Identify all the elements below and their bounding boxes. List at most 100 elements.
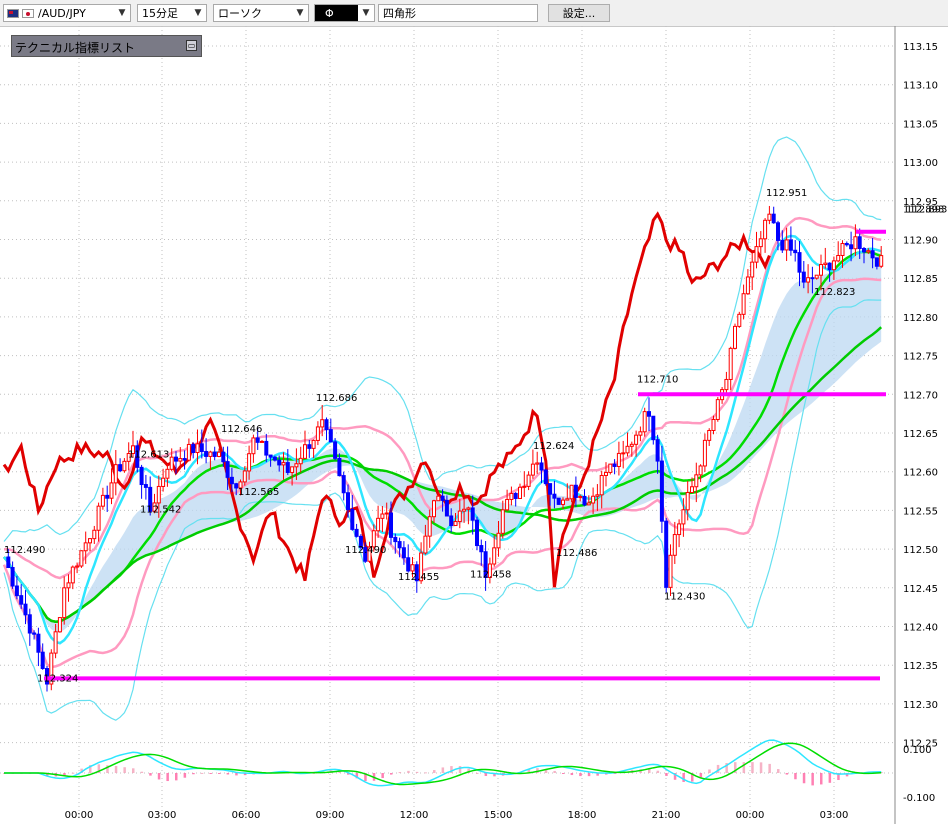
candle-body xyxy=(229,476,234,485)
candle-body xyxy=(788,239,793,251)
histogram-bar xyxy=(114,766,118,773)
candle-body xyxy=(384,512,389,515)
candle-body xyxy=(698,465,703,476)
candle-body xyxy=(853,236,858,250)
histogram-bar xyxy=(140,771,144,773)
candle-body xyxy=(221,451,226,463)
time-tick-label: 21:00 xyxy=(652,810,681,821)
histogram-bar xyxy=(398,772,402,774)
candle-body xyxy=(492,547,497,565)
histogram-bar xyxy=(570,773,574,776)
candle-body xyxy=(354,528,359,537)
candle-body xyxy=(763,219,768,240)
symbol-value: /AUD/JPY xyxy=(38,6,86,20)
candle-body xyxy=(53,631,58,654)
candle-body xyxy=(509,492,514,500)
drawing-tool-value: 四角形 xyxy=(383,7,416,20)
candle-body xyxy=(767,213,772,221)
candle-body xyxy=(552,493,557,499)
restore-icon[interactable]: ▭ xyxy=(186,40,197,51)
price-tick-label: 112.75 xyxy=(903,352,938,363)
oscillator-panel: 0.100 -0.100 xyxy=(0,739,935,804)
indicator-list-panel[interactable]: テクニカル指標リスト ▭ xyxy=(11,35,202,57)
cloud-area xyxy=(4,250,882,633)
timeframe-select[interactable]: 15分足 ▼ xyxy=(137,4,207,22)
candle-body xyxy=(401,547,406,559)
candle-body xyxy=(6,556,11,569)
candle-body xyxy=(350,509,355,530)
chart-style-select[interactable]: ローソク ▼ xyxy=(213,4,309,22)
settings-button[interactable]: 設定... xyxy=(548,4,610,22)
candle-body xyxy=(105,494,110,499)
price-tick-label: 112.30 xyxy=(903,700,938,711)
candle-body xyxy=(122,460,127,472)
candle-body xyxy=(32,632,37,635)
drawing-mode-select[interactable]: Φ ▼ xyxy=(314,4,375,22)
price-annotation: 112.686 xyxy=(316,393,357,404)
histogram-bar xyxy=(476,772,479,774)
candle-body xyxy=(436,495,441,502)
candle-body xyxy=(780,239,785,251)
candle-body xyxy=(195,443,200,454)
symbol-select[interactable]: /AUD/JPY ▼ xyxy=(3,4,131,22)
candle-body xyxy=(389,512,393,538)
candle-body xyxy=(612,463,617,467)
price-annotation: 112.710 xyxy=(637,375,678,386)
candle-body xyxy=(440,495,445,501)
candle-body xyxy=(169,456,174,470)
ichimoku-cloud xyxy=(4,250,882,633)
chevron-down-icon[interactable]: ▼ xyxy=(292,5,308,21)
histogram-bar xyxy=(407,770,410,773)
candle-body xyxy=(470,507,475,521)
candle-body xyxy=(548,483,553,495)
candle-body xyxy=(174,456,178,462)
candle-body xyxy=(827,262,832,271)
price-tick-label: 112.50 xyxy=(903,545,938,556)
histogram-bar xyxy=(390,773,393,775)
candle-body xyxy=(573,484,578,498)
chevron-down-icon[interactable]: ▼ xyxy=(114,5,130,21)
candle-body xyxy=(677,523,682,536)
candle-body xyxy=(634,434,639,445)
candle-body xyxy=(479,545,484,553)
time-tick-label: 03:00 xyxy=(148,810,177,821)
candle-body xyxy=(449,515,454,527)
candle-body xyxy=(582,495,587,506)
chevron-down-icon[interactable]: ▼ xyxy=(358,5,374,21)
histogram-bar xyxy=(751,762,754,773)
histogram-bar xyxy=(820,773,823,785)
histogram-bar xyxy=(458,766,462,773)
chevron-down-icon[interactable]: ▼ xyxy=(190,5,206,21)
time-tick-label: 06:00 xyxy=(232,810,261,821)
time-axis: 00:00 03:00 06:00 09:00 12:00 15:00 18:00 21:00… xyxy=(65,810,849,821)
drawing-tool-field[interactable]: 四角形 xyxy=(378,4,538,22)
candle-body xyxy=(457,510,462,523)
histogram-bar xyxy=(132,768,135,773)
candle-body xyxy=(397,541,402,549)
candle-body xyxy=(737,313,742,327)
candle-body xyxy=(819,264,823,276)
candle-body xyxy=(707,429,712,441)
candle-body xyxy=(543,469,548,485)
candle-body xyxy=(629,443,634,447)
histogram-bar xyxy=(665,773,668,776)
histogram-bar xyxy=(200,772,204,774)
time-tick-label: 00:00 xyxy=(736,810,765,821)
candle-body xyxy=(311,439,316,449)
candle-body xyxy=(565,498,570,501)
price-tick-label: 113.15 xyxy=(903,42,938,53)
candle-body xyxy=(638,431,643,436)
candle-body xyxy=(741,293,746,315)
candle-body xyxy=(109,482,114,499)
candle-body xyxy=(406,557,411,572)
candle-body xyxy=(844,243,849,246)
price-annotation: 112.430 xyxy=(664,591,705,602)
candle-body xyxy=(178,458,183,462)
histogram-bar xyxy=(682,773,685,782)
candle-body xyxy=(810,277,815,280)
price-tick-label: 113.10 xyxy=(903,81,938,92)
price-annotation: 112.324 xyxy=(37,673,78,684)
histogram-bar xyxy=(553,770,556,773)
price-annotation: 112.486 xyxy=(556,548,597,559)
candle-body xyxy=(264,440,269,456)
